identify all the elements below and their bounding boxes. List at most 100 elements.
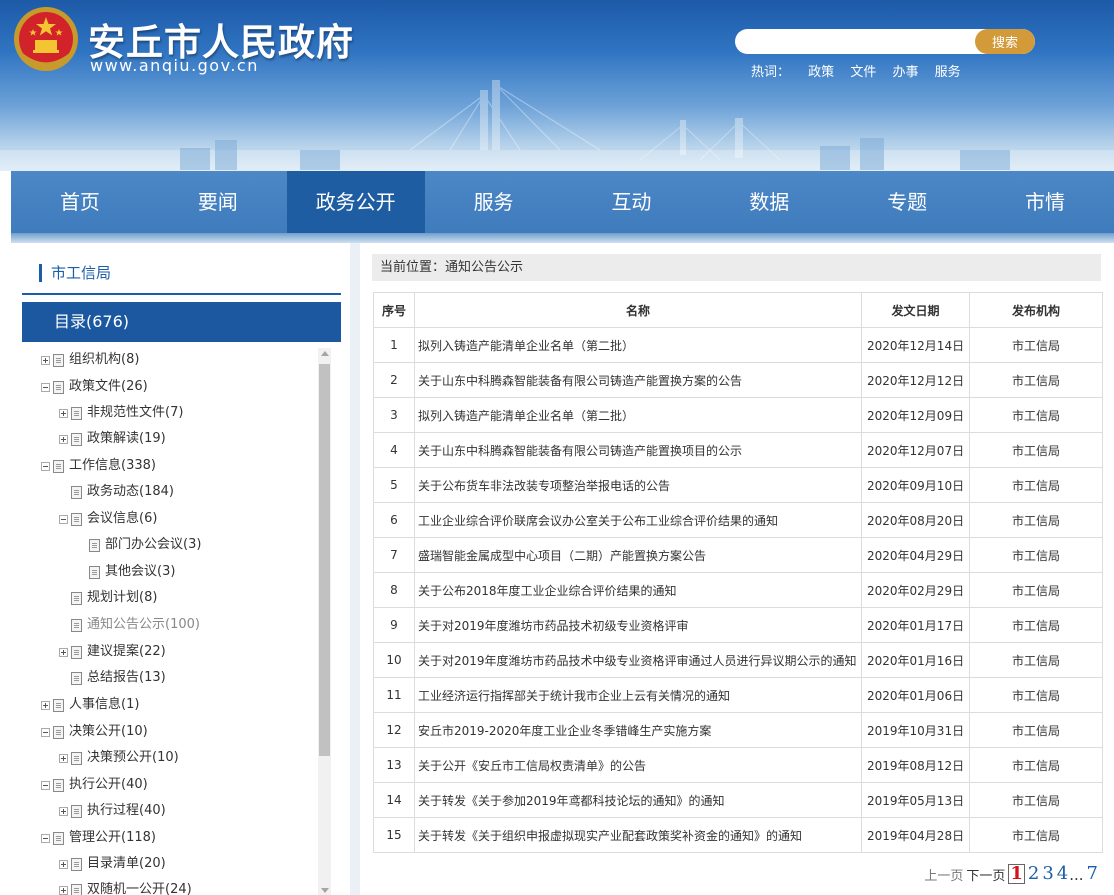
catalog-header[interactable]: 目录(676) [22,302,341,342]
tree-item-label[interactable]: 执行过程(40) [87,802,166,820]
tree-plus-icon[interactable] [41,355,50,365]
page-number[interactable]: 3 [1042,864,1053,884]
tree-item[interactable]: 规划计划(8) [59,589,157,607]
tree-item[interactable]: 总结报告(13) [59,669,166,687]
nav-item-government-affairs[interactable]: 政务公开 [286,171,425,233]
table-row[interactable]: 15 关于转发《关于组织申报虚拟现实产业配套政策奖补资金的通知》的通知 2019年0… [373,817,1103,853]
tree-item-label[interactable]: 总结报告(13) [87,669,166,687]
table-row[interactable]: 7 盛瑞智能金属成型中心项目（二期）产能置换方案公告 2020年04月29日 市工信局 [373,537,1103,573]
tree-item-label[interactable]: 部门办公会议(3) [105,536,201,554]
nav-item-news[interactable]: 要闻 [149,171,287,233]
tree-item[interactable]: 决策预公开(10) [59,749,179,767]
document-title-link[interactable]: 关于对2019年度潍坊市药品技术中级专业资格评审通过人员进行异议期公示的通知 [414,642,862,678]
tree-item-label[interactable]: 工作信息(338) [69,457,156,475]
nav-item-interaction[interactable]: 互动 [563,171,701,233]
tree-item[interactable]: 目录清单(20) [59,855,166,873]
page-number-current[interactable]: 1 [1008,864,1025,884]
tree-minus-icon[interactable] [41,780,50,790]
nav-item-data[interactable]: 数据 [700,171,838,233]
document-title-link[interactable]: 关于转发《关于组织申报虚拟现实产业配套政策奖补资金的通知》的通知 [414,817,862,853]
tree-item[interactable]: 决策公开(10) [41,723,148,741]
tree-item-current[interactable]: 通知公告公示(100) [59,616,200,634]
nav-item-city-info[interactable]: 市情 [976,171,1114,233]
tree-item-label[interactable]: 会议信息(6) [87,510,157,528]
tree-item-label[interactable]: 决策公开(10) [69,723,148,741]
hot-word-link[interactable]: 服务 [935,65,961,80]
tree-minus-icon[interactable] [41,833,50,843]
scroll-down-arrow-icon[interactable] [321,888,329,893]
tree-item[interactable]: 政策解读(19) [59,430,166,448]
tree-item-label[interactable]: 规划计划(8) [87,589,157,607]
document-title-link[interactable]: 安丘市2019-2020年度工业企业冬季错峰生产实施方案 [414,712,862,748]
document-title-link[interactable]: 关于山东中科腾森智能装备有限公司铸造产能置换方案的公告 [414,362,862,398]
tree-item[interactable]: 人事信息(1) [41,696,139,714]
tree-item-label[interactable]: 政策文件(26) [69,378,148,396]
table-row[interactable]: 3 拟列入铸造产能清单企业名单（第二批） 2020年12月09日 市工信局 [373,397,1103,433]
table-row[interactable]: 8 关于公布2018年度工业企业综合评价结果的通知 2020年02月29日 市工信局 [373,572,1103,608]
table-row[interactable]: 11 工业经济运行指挥部关于统计我市企业上云有关情况的通知 2020年01月06日市… [373,677,1103,713]
table-row[interactable]: 2 关于山东中科腾森智能装备有限公司铸造产能置换方案的公告 2020年12月12日市… [373,362,1103,398]
document-title-link[interactable]: 工业经济运行指挥部关于统计我市企业上云有关情况的通知 [414,677,862,713]
tree-plus-icon[interactable] [59,408,68,418]
search-input[interactable] [735,29,971,54]
tree-scrollbar[interactable] [318,348,331,895]
next-page-link[interactable]: 下一页 [966,865,1005,884]
document-title-link[interactable]: 关于公开《安丘市工信局权责清单》的公告 [414,747,862,783]
tree-item-label[interactable]: 组织机构(8) [69,351,139,369]
document-title-link[interactable]: 关于对2019年度潍坊市药品技术初级专业资格评审 [414,607,862,643]
tree-item[interactable]: 会议信息(6) [59,510,157,528]
page-number-last[interactable]: 7 [1087,864,1098,884]
tree-item[interactable]: 政策文件(26) [41,378,148,396]
table-row[interactable]: 14 关于转发《关于参加2019年鸢都科技论坛的通知》的通知 2019年05月13日… [373,782,1103,818]
tree-item[interactable]: 双随机一公开(24) [59,881,192,895]
document-title-link[interactable]: 关于公布货车非法改装专项整治举报电话的公告 [414,467,862,503]
document-title-link[interactable]: 工业企业综合评价联席会议办公室关于公布工业综合评价结果的通知 [414,502,862,538]
tree-item-label[interactable]: 其他会议(3) [105,563,175,581]
search-button[interactable]: 搜索 [975,29,1035,54]
document-title-link[interactable]: 拟列入铸造产能清单企业名单（第二批） [414,327,862,363]
tree-item[interactable]: 其他会议(3) [77,563,175,581]
tree-plus-icon[interactable] [59,806,68,816]
tree-plus-icon[interactable] [59,885,68,895]
tree-item[interactable]: 执行公开(40) [41,776,148,794]
prev-page-link[interactable]: 上一页 [924,865,963,884]
tree-minus-icon[interactable] [41,727,50,737]
tree-item-label[interactable]: 政策解读(19) [87,430,166,448]
tree-item[interactable]: 建议提案(22) [59,643,166,661]
tree-plus-icon[interactable] [59,434,68,444]
document-title-link[interactable]: 关于转发《关于参加2019年鸢都科技论坛的通知》的通知 [414,782,862,818]
page-number[interactable]: 2 [1028,864,1039,884]
tree-plus-icon[interactable] [59,753,68,763]
tree-item-label[interactable]: 人事信息(1) [69,696,139,714]
tree-item-label[interactable]: 双随机一公开(24) [87,881,192,895]
tree-item-label[interactable]: 建议提案(22) [87,643,166,661]
tree-plus-icon[interactable] [41,700,50,710]
tree-minus-icon[interactable] [41,461,50,471]
tree-item[interactable]: 政务动态(184) [59,483,174,501]
table-row[interactable]: 6 工业企业综合评价联席会议办公室关于公布工业综合评价结果的通知 2020年08月2… [373,502,1103,538]
document-title-link[interactable]: 关于山东中科腾森智能装备有限公司铸造产能置换项目的公示 [414,432,862,468]
tree-item[interactable]: 执行过程(40) [59,802,166,820]
tree-minus-icon[interactable] [41,382,50,392]
tree-minus-icon[interactable] [59,514,68,524]
table-row[interactable]: 9 关于对2019年度潍坊市药品技术初级专业资格评审 2020年01月17日 市工信局 [373,607,1103,643]
tree-item-label[interactable]: 决策预公开(10) [87,749,179,767]
tree-item-label[interactable]: 目录清单(20) [87,855,166,873]
tree-item-label[interactable]: 管理公开(118) [69,829,156,847]
hot-word-link[interactable]: 政策 [808,65,834,80]
tree-item[interactable]: 非规范性文件(7) [59,404,183,422]
scrollbar-thumb[interactable] [319,364,330,756]
table-row[interactable]: 12 安丘市2019-2020年度工业企业冬季错峰生产实施方案 2019年10月31… [373,712,1103,748]
tree-plus-icon[interactable] [59,859,68,869]
table-row[interactable]: 13 关于公开《安丘市工信局权责清单》的公告 2019年08月12日 市工信局 [373,747,1103,783]
document-title-link[interactable]: 盛瑞智能金属成型中心项目（二期）产能置换方案公告 [414,537,862,573]
tree-item[interactable]: 管理公开(118) [41,829,156,847]
hot-word-link[interactable]: 文件 [850,65,876,80]
hot-word-link[interactable]: 办事 [892,65,918,80]
tree-plus-icon[interactable] [59,647,68,657]
tree-item[interactable]: 工作信息(338) [41,457,156,475]
tree-item-label[interactable]: 执行公开(40) [69,776,148,794]
tree-item[interactable]: 组织机构(8) [41,351,139,369]
table-row[interactable]: 1 拟列入铸造产能清单企业名单（第二批） 2020年12月14日 市工信局 [373,327,1103,363]
page-number[interactable]: 4 [1057,864,1068,884]
